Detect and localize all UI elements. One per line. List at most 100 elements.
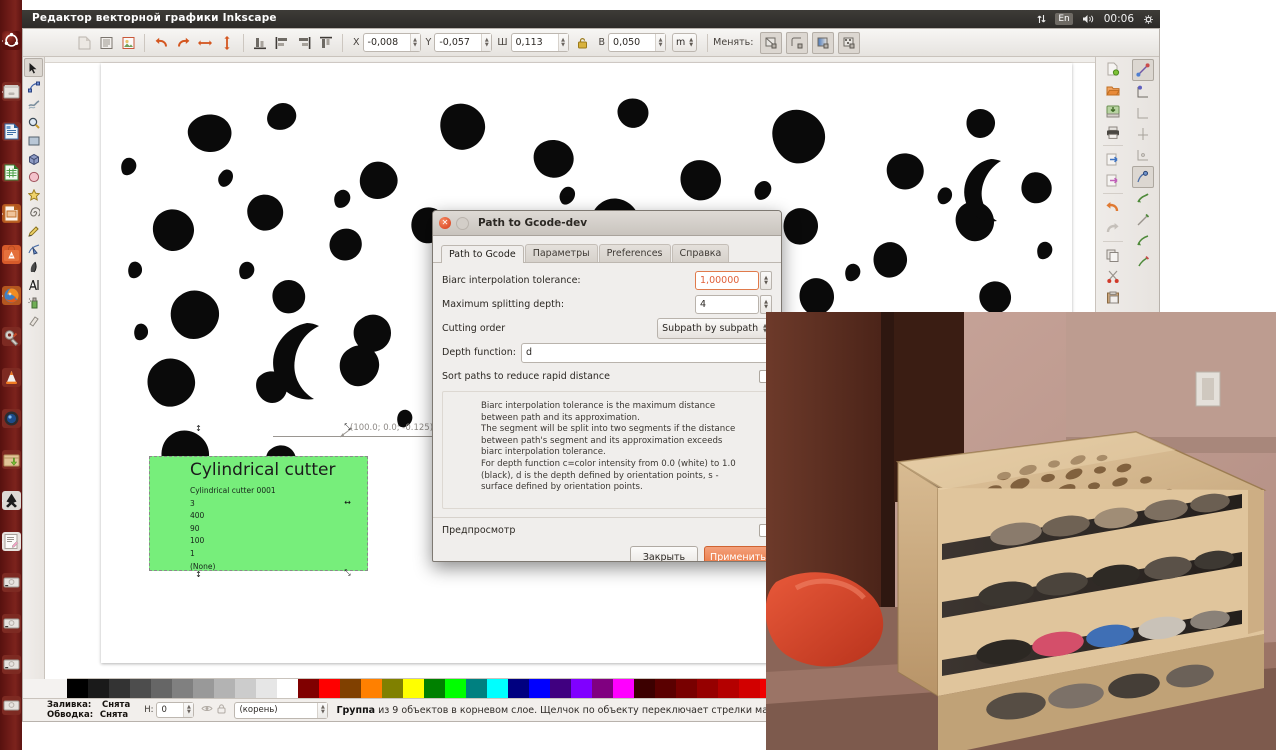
launcher-item-archive-manager[interactable] [2,450,21,469]
palette-swatch[interactable] [172,679,193,699]
tool-spiral[interactable] [25,204,42,221]
palette-swatch[interactable] [403,679,424,699]
lathe-icon[interactable] [1133,210,1153,230]
volume-icon[interactable] [1082,14,1095,24]
copy-icon[interactable] [1103,245,1123,265]
palette-swatch[interactable] [487,679,508,699]
launcher-item-inkscape[interactable] [2,491,21,510]
cylindrical-cutter-object[interactable]: Cylindrical cutter Cylindrical cutter 00… [149,456,368,571]
palette-swatch[interactable] [592,679,613,699]
opacity-stepper[interactable]: ▲ ▼ [183,703,194,717]
tool-selector[interactable] [24,58,43,77]
close-icon[interactable]: ✕ [439,217,451,229]
height-stepper[interactable]: ▲ ▼ [655,34,666,51]
import-button[interactable] [118,33,138,53]
tool-eraser[interactable] [25,312,42,329]
y-stepper[interactable]: ▲ ▼ [481,34,492,51]
tool-ellipse[interactable] [25,168,42,185]
launcher-item-files[interactable] [2,82,21,101]
opacity-spinbox[interactable]: 0 ▲ ▼ [156,702,195,718]
tab-path-to-gcode[interactable]: Path to Gcode [441,245,524,263]
selection-handle-right[interactable]: ↔ [344,499,351,507]
launcher-item-vlc[interactable] [2,368,21,387]
palette-swatch[interactable] [676,679,697,699]
launcher-item-camera[interactable] [2,409,21,428]
engraving-icon[interactable] [1133,189,1153,209]
palette-swatch[interactable] [382,679,403,699]
x-spinbox[interactable]: -0,008 ▲ ▼ [362,33,421,52]
tool-text[interactable] [25,276,42,293]
align-bottom-button[interactable] [250,33,270,53]
palette-swatch[interactable] [571,679,592,699]
tab-preferences[interactable]: Preferences [598,244,671,262]
selection-handle-top[interactable]: ↕ [195,425,202,433]
palette-swatch[interactable] [67,679,88,699]
affect-stroke-width-button[interactable] [760,31,783,54]
tool-tweak[interactable] [25,96,42,113]
palette-swatch[interactable] [298,679,319,699]
launcher-item-drive-2[interactable] [2,614,21,633]
launcher-item-ubuntu-dash[interactable] [2,31,21,50]
redo-icon[interactable] [1103,218,1123,238]
apply-button[interactable]: Применить [704,546,772,561]
fill-stroke-indicator[interactable]: Заливка: Снята Обводка: Снята [47,699,130,721]
align-right-button[interactable] [294,33,314,53]
plasma-prepare-icon[interactable] [1133,252,1153,272]
selection-handle-bottom[interactable]: ↕ [195,571,202,579]
undo-button[interactable] [151,33,171,53]
affect-gradients-button[interactable] [812,31,835,54]
width-stepper[interactable]: ▲ ▼ [557,34,568,51]
new-document-button[interactable] [74,33,94,53]
palette-swatch[interactable] [613,679,634,699]
maximize-icon[interactable] [456,216,469,230]
launcher-item-drive-3[interactable] [2,655,21,674]
launcher-item-libreoffice-impress[interactable] [2,204,21,223]
y-spinbox[interactable]: -0,057 ▲ ▼ [434,33,493,52]
flip-vertical-button[interactable] [217,33,237,53]
lock-icon[interactable] [217,703,226,717]
palette-swatch[interactable] [151,679,172,699]
depth-function-input[interactable]: d [520,342,772,363]
palette-swatch[interactable] [130,679,151,699]
palette-swatch[interactable] [109,679,130,699]
import-icon[interactable] [1103,149,1123,169]
palette-swatch[interactable] [550,679,571,699]
palette-swatch[interactable] [697,679,718,699]
selection-handle-corner-br[interactable]: ⤡ [344,569,351,577]
align-top-button[interactable] [316,33,336,53]
export-icon[interactable] [1103,170,1123,190]
offset-icon[interactable] [1133,231,1153,251]
tab-parameters[interactable]: Параметры [524,244,598,262]
cut-icon[interactable] [1103,266,1123,286]
launcher-item-drive-4[interactable] [2,696,21,715]
dxf-points-icon[interactable] [1133,124,1153,144]
tool-calligraphy[interactable] [25,258,42,275]
save-icon[interactable] [1103,101,1123,121]
tool-rectangle[interactable] [25,132,42,149]
palette-swatch[interactable] [718,679,739,699]
palette-swatch[interactable] [319,679,340,699]
tool-spray[interactable] [25,294,42,311]
affect-patterns-button[interactable] [838,31,861,54]
units-select[interactable]: m ▲ ▼ [672,33,698,52]
palette-swatch[interactable] [634,679,655,699]
network-updown-icon[interactable] [1037,14,1046,24]
palette-swatch[interactable] [235,679,256,699]
launcher-item-firefox[interactable] [2,286,21,305]
launcher-item-libreoffice-calc[interactable] [2,163,21,182]
palette-swatch[interactable] [424,679,445,699]
tool-node-editor[interactable] [25,78,42,95]
splitting-depth-input[interactable]: 4 [695,295,759,314]
clock[interactable]: 00:06 [1104,13,1134,25]
layer-selector[interactable]: (корень) ▲ ▼ [234,701,329,719]
palette-swatch[interactable] [361,679,382,699]
tool-bezier[interactable] [25,240,42,257]
cutting-order-select[interactable]: Subpath by subpath ▲ ▼ [657,318,772,339]
path-to-gcode-icon[interactable] [1131,166,1154,188]
palette-swatch[interactable] [193,679,214,699]
palette-swatch[interactable] [655,679,676,699]
area-icon[interactable] [1133,145,1153,165]
open-icon[interactable] [1103,80,1123,100]
x-stepper[interactable]: ▲ ▼ [409,34,420,51]
new-icon[interactable] [1103,59,1123,79]
